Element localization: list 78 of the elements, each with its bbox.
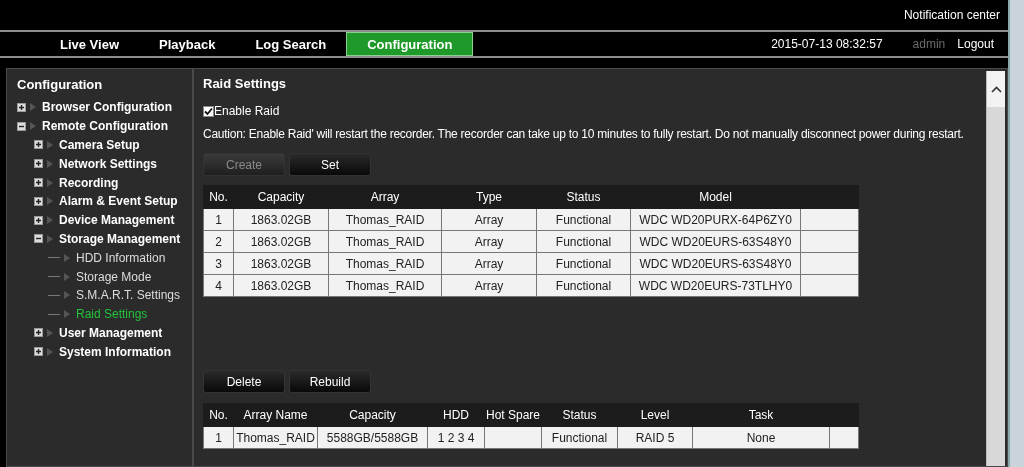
nav-tab[interactable]: Configuration — [346, 32, 474, 56]
column-header: Task — [692, 403, 830, 427]
sidebar-item[interactable]: Remote Configuration — [42, 119, 168, 134]
column-header: Model — [630, 185, 801, 209]
nav-tab[interactable]: Log Search — [235, 32, 347, 56]
triangle-icon — [47, 328, 53, 337]
column-header: Array — [328, 185, 442, 209]
triangle-icon — [30, 103, 36, 112]
triangle-icon — [64, 253, 70, 262]
column-header: Capacity — [317, 403, 428, 427]
triangle-icon — [47, 178, 53, 187]
table-cell: WDC WD20EURS-73TLHY0 — [630, 274, 801, 297]
column-header: HDD — [427, 403, 485, 427]
triangle-icon — [47, 141, 53, 149]
table-cell: WDC WD20EURS-63S48Y0 — [630, 252, 801, 275]
sidebar-item[interactable]: Network Settings — [59, 156, 157, 171]
sidebar-item[interactable]: S.M.A.R.T. Settings — [76, 288, 181, 303]
table-cell: WDC WD20EURS-63S48Y0 — [630, 230, 801, 253]
user-name: admin — [912, 37, 946, 51]
scroll-up-icon[interactable] — [990, 85, 1002, 93]
action-button[interactable]: Set — [289, 153, 371, 176]
column-header: Array Name — [233, 403, 318, 427]
triangle-icon — [47, 197, 53, 206]
triangle-icon — [47, 159, 53, 168]
column-header: Hot Spare — [484, 403, 542, 427]
logout-link[interactable]: Logout — [957, 37, 994, 51]
sidebar-item[interactable]: Recording — [59, 175, 119, 190]
expand-icon[interactable] — [34, 178, 43, 188]
column-header: No. — [203, 185, 234, 209]
sidebar-item[interactable]: User Management — [59, 325, 163, 340]
expand-icon[interactable] — [34, 159, 43, 169]
table-cell: WDC WD20PURX-64P6ZY0 — [630, 208, 801, 231]
triangle-icon — [30, 122, 36, 131]
triangle-icon — [64, 272, 70, 281]
column-header: Level — [617, 403, 693, 427]
expand-icon[interactable] — [34, 347, 43, 357]
panel-title: Raid Settings — [203, 76, 288, 93]
expand-icon[interactable] — [17, 102, 26, 112]
sidebar-title: Configuration — [17, 77, 104, 92]
triangle-icon — [64, 291, 70, 300]
date-time: 2015-07-13 08:32:57 — [771, 37, 883, 51]
table-cell: None — [692, 426, 830, 449]
table-cell: 2 — [203, 230, 234, 253]
sidebar-item[interactable]: Storage Mode — [76, 269, 152, 284]
collapse-icon[interactable] — [17, 121, 26, 131]
expand-icon[interactable] — [34, 140, 43, 150]
triangle-icon — [47, 347, 53, 356]
column-header: Capacity — [233, 185, 329, 209]
action-button[interactable]: Delete — [203, 370, 285, 393]
expand-icon[interactable] — [34, 215, 43, 225]
table-cell: 1 — [203, 208, 234, 231]
checkbox-label: Enable Raid — [214, 104, 280, 118]
column-header: Type — [441, 185, 537, 209]
collapse-icon[interactable] — [34, 234, 43, 244]
sidebar-item[interactable]: Raid Settings — [76, 307, 148, 322]
action-button[interactable]: Rebuild — [289, 370, 371, 393]
nav-tab[interactable]: Live View — [40, 32, 139, 56]
notification-center-link[interactable]: Notification center — [903, 8, 1000, 22]
column-header: No. — [203, 403, 234, 427]
sidebar-item[interactable]: System Information — [59, 344, 172, 359]
sidebar-item[interactable]: Device Management — [59, 213, 175, 228]
sidebar-item[interactable]: Browser Configuration — [42, 100, 172, 115]
column-header: Status — [541, 403, 618, 427]
table-cell: 4 — [203, 274, 234, 297]
sidebar-item[interactable]: Storage Management — [59, 231, 181, 246]
sidebar-item[interactable]: Camera Setup — [59, 138, 140, 152]
sidebar-item[interactable]: Alarm & Event Setup — [59, 194, 178, 209]
caution-text: Caution: Enable Raid' will restart the recorder. The recorder can take up to 10 minutes to fully restart. Do not manually disconnect power during restart. — [203, 127, 965, 141]
table-cell: 3 — [203, 252, 234, 275]
expand-icon[interactable] — [34, 328, 43, 338]
checkbox[interactable] — [203, 105, 214, 117]
table-cell: 1 — [203, 426, 234, 449]
triangle-icon — [64, 310, 70, 319]
scrollbar[interactable] — [986, 71, 1005, 466]
nav-tab[interactable]: Playback — [139, 32, 236, 56]
expand-icon[interactable] — [34, 196, 43, 206]
column-header: Status — [536, 185, 631, 209]
sidebar-item[interactable]: HDD Information — [76, 250, 166, 265]
